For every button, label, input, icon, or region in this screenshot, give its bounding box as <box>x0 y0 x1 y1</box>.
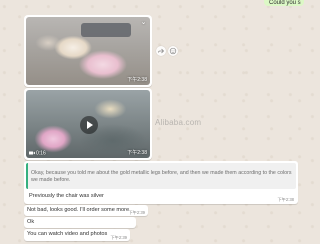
message-bubble[interactable]: Ok <box>24 217 136 228</box>
message-bubble[interactable]: You can watch video and photos 下午2:39 <box>24 229 130 241</box>
message-text: Ok <box>27 219 35 225</box>
reply-message[interactable]: Okay, because you told me about the gold… <box>24 161 298 204</box>
quoted-text: Okay, because you told me about the gold… <box>31 170 292 183</box>
message-time: 下午2:39 <box>110 234 127 240</box>
photo-image[interactable]: ⌄ 下午2:38 <box>26 17 150 85</box>
sent-message-bubble: Could you s <box>264 0 304 6</box>
forward-icon[interactable] <box>156 46 166 56</box>
video-duration: 0:16 <box>29 151 46 156</box>
photo-sofa-shape <box>81 23 131 37</box>
sent-message-text: Could you s <box>269 0 301 6</box>
video-duration-text: 0:16 <box>36 150 46 156</box>
message-text: You can watch video and photos <box>27 231 108 237</box>
quoted-message[interactable]: Okay, because you told me about the gold… <box>26 163 296 189</box>
chevron-down-icon[interactable]: ⌄ <box>140 19 147 26</box>
video-camera-icon <box>29 151 35 155</box>
video-time: 下午2:38 <box>127 150 147 156</box>
watermark: Alibaba.com <box>155 118 202 127</box>
message-bubble[interactable]: Not bad, looks good. I'll order some mor… <box>24 205 148 216</box>
video-thumbnail[interactable]: 0:16 下午2:38 <box>26 90 150 158</box>
emoji-icon[interactable] <box>168 46 178 56</box>
reply-time: 下午2:38 <box>277 197 294 202</box>
reply-text: Previously the chair was silver <box>29 193 104 199</box>
message-text: Not bad, looks good. I'll order some mor… <box>27 207 130 213</box>
photo-message[interactable]: ⌄ 下午2:38 <box>24 15 152 87</box>
message-time: 下午2:39 <box>128 209 145 215</box>
video-message[interactable]: 0:16 下午2:38 <box>24 88 152 160</box>
play-icon[interactable] <box>80 116 98 134</box>
photo-time: 下午2:38 <box>127 77 147 83</box>
